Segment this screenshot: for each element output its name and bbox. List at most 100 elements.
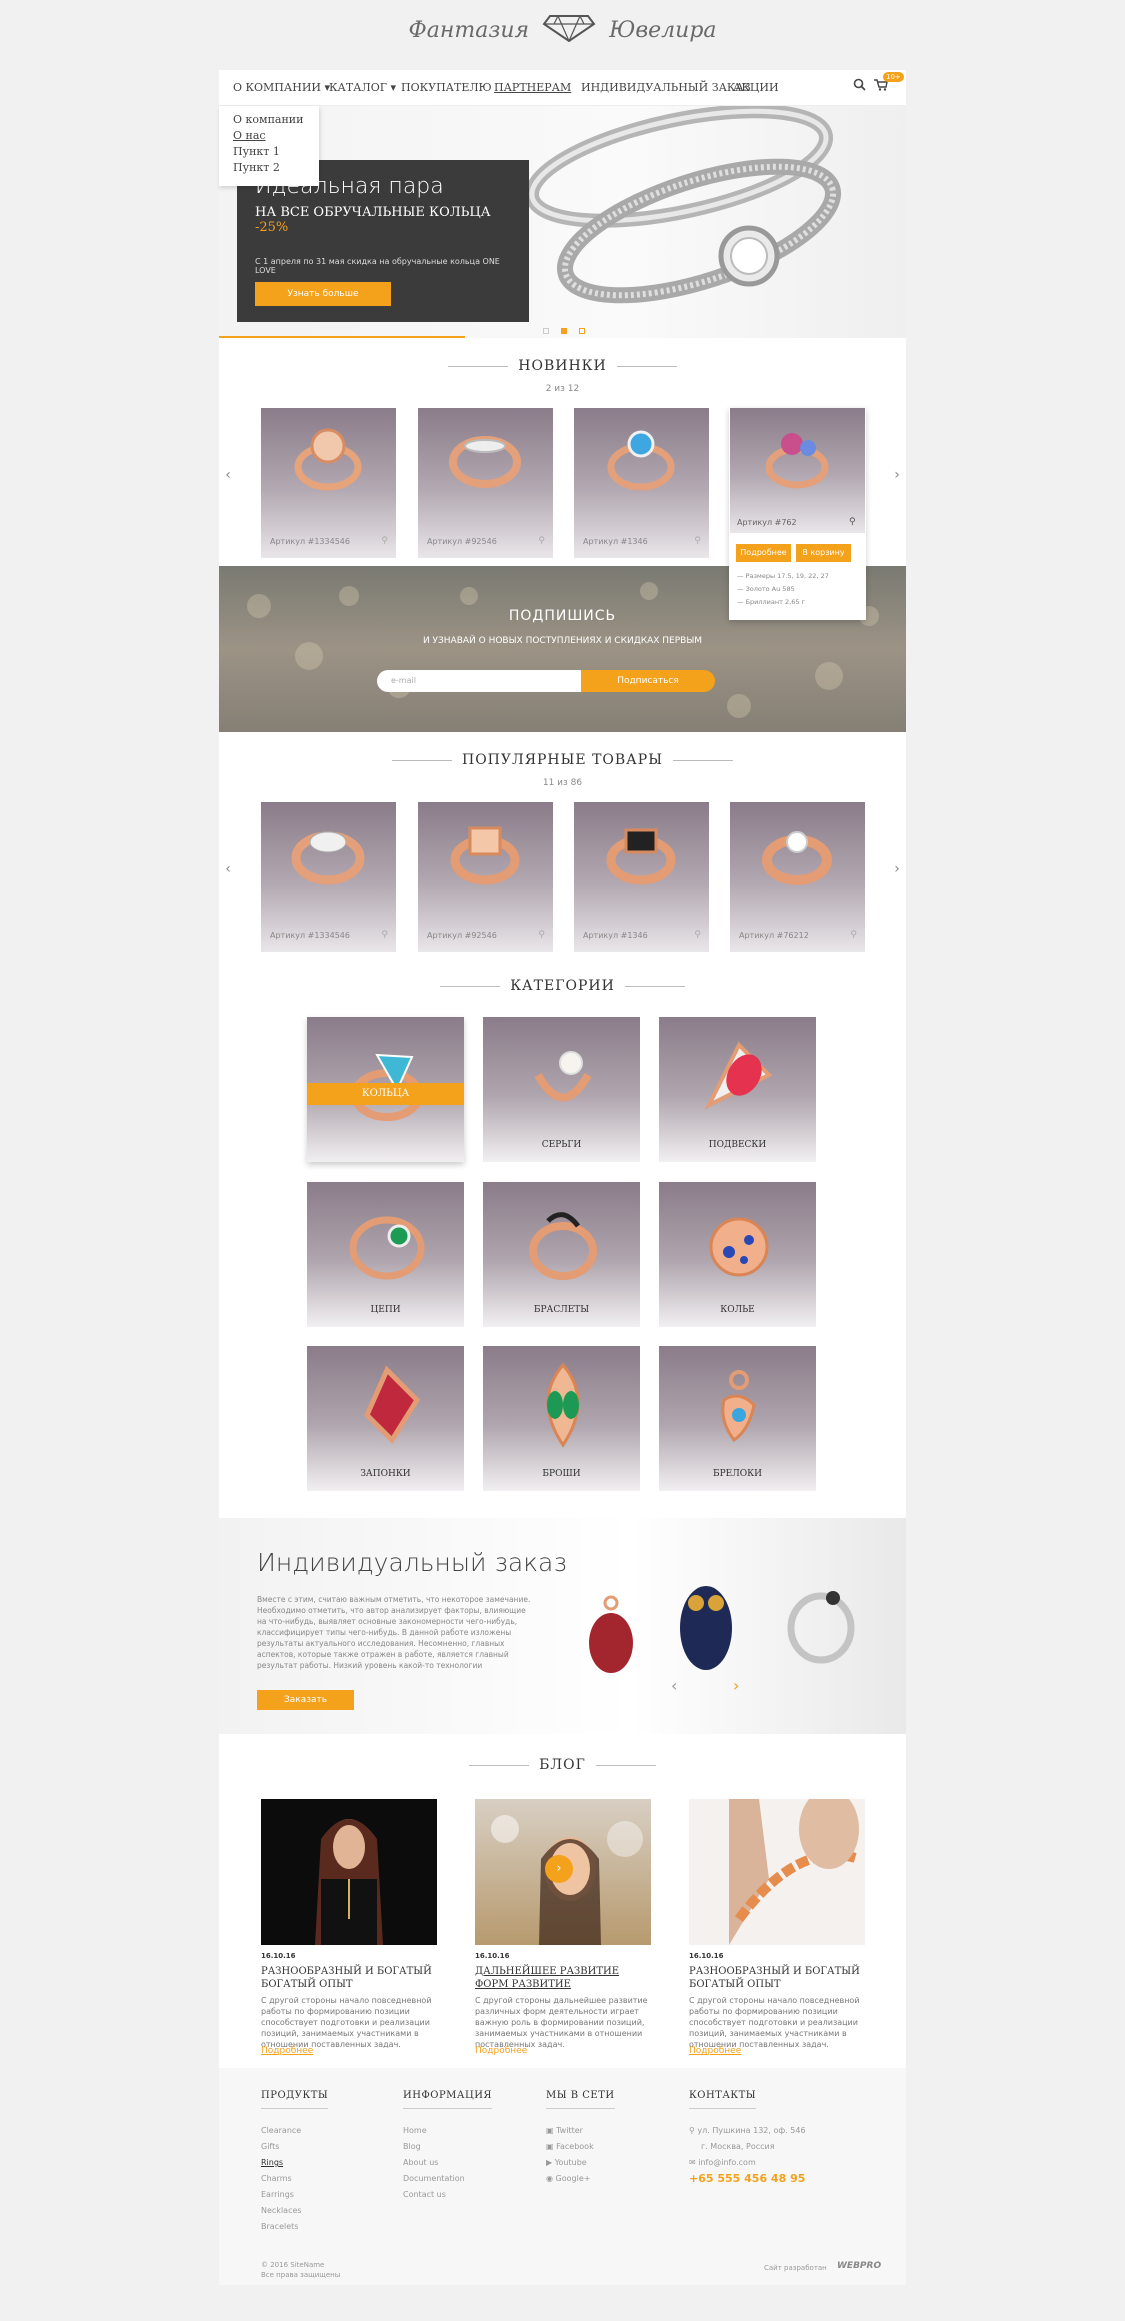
blog-post-title[interactable]: РАЗНООБРАЗНЫЙ И БОГАТЫЙ БОГАТЫЙ ОПЫТ bbox=[689, 1965, 865, 1991]
blog-read-more-link[interactable]: Подробнее bbox=[261, 2046, 313, 2056]
dropdown-item[interactable]: О нас bbox=[233, 128, 305, 144]
footer-link[interactable]: Bracelets bbox=[261, 2219, 328, 2235]
footer-social-link[interactable]: ▣ Facebook bbox=[546, 2139, 615, 2155]
chevron-left-icon[interactable]: ‹ bbox=[219, 854, 237, 884]
footer-social-link[interactable]: ◉ Google+ bbox=[546, 2171, 615, 2187]
zoom-icon[interactable]: ⚲ bbox=[694, 930, 701, 940]
category-label: ЦЕПИ bbox=[370, 1305, 401, 1315]
slider-dot[interactable] bbox=[543, 328, 549, 334]
zoom-icon[interactable]: ⚲ bbox=[538, 536, 545, 546]
order-button[interactable]: Заказать bbox=[257, 1690, 354, 1710]
slider-dot[interactable] bbox=[579, 328, 585, 334]
blog-image[interactable] bbox=[261, 1799, 437, 1945]
category-card-bracelets[interactable]: БРАСЛЕТЫ bbox=[483, 1182, 640, 1327]
categories-title: КАТЕГОРИИ bbox=[219, 978, 906, 994]
blog-post-title[interactable]: РАЗНООБРАЗНЫЙ И БОГАТЫЙ БОГАТЫЙ ОПЫТ bbox=[261, 1965, 437, 1991]
nav-item-partners[interactable]: ПАРТНЕРАМ bbox=[494, 81, 571, 94]
search-icon[interactable] bbox=[853, 78, 866, 94]
footer-link[interactable]: Charms bbox=[261, 2171, 328, 2187]
nav-item-sales[interactable]: АКЦИИ bbox=[733, 81, 779, 94]
footer-link[interactable]: Documentation bbox=[403, 2171, 492, 2187]
product-card[interactable]: Артикул #1334546 ⚲ bbox=[261, 802, 396, 952]
footer-social-link[interactable]: ▣ Twitter bbox=[546, 2123, 615, 2139]
category-card-necklaces[interactable]: КОЛЬЕ bbox=[659, 1182, 816, 1327]
product-card[interactable]: Артикул #1346 ⚲ bbox=[574, 802, 709, 952]
product-card-hover[interactable]: Артикул #762 ⚲ Подробнее В корзину — Раз… bbox=[729, 408, 866, 620]
nav-item-company[interactable]: О КОМПАНИИ ▾ bbox=[233, 81, 330, 94]
footer-email[interactable]: ✉ info@info.com bbox=[689, 2155, 806, 2171]
dropdown-item[interactable]: Пункт 1 bbox=[233, 144, 305, 160]
product-card[interactable]: Артикул #92546 ⚲ bbox=[418, 802, 553, 952]
google-plus-icon: ◉ bbox=[546, 2174, 553, 2183]
subscribe-text: И УЗНАВАЙ О НОВЫХ ПОСТУПЛЕНИЯХ И СКИДКАХ… bbox=[422, 636, 703, 646]
ring-image bbox=[449, 436, 521, 488]
category-card-brooches[interactable]: БРОШИ bbox=[483, 1346, 640, 1491]
footer-link[interactable]: Clearance bbox=[261, 2123, 328, 2139]
chevron-right-icon[interactable]: › bbox=[888, 460, 906, 490]
location-icon: ⚲ bbox=[689, 2126, 695, 2135]
category-card-earrings[interactable]: СЕРЬГИ bbox=[483, 1017, 640, 1162]
blog-post-excerpt: С другой стороны начало повседневной раб… bbox=[261, 1996, 432, 2049]
nav-item-catalog[interactable]: КАТАЛОГ ▾ bbox=[329, 81, 396, 94]
footer-link[interactable]: Gifts bbox=[261, 2139, 328, 2155]
zoom-icon[interactable]: ⚲ bbox=[538, 930, 545, 940]
zoom-icon[interactable]: ⚲ bbox=[849, 517, 856, 527]
blog-read-more-link[interactable]: Подробнее bbox=[689, 2046, 741, 2056]
dropdown-item[interactable]: О компании bbox=[233, 112, 305, 128]
category-label: КОЛЬЕ bbox=[720, 1305, 755, 1315]
hero-learn-more-button[interactable]: Узнать больше bbox=[255, 282, 391, 306]
nav-item-buyer[interactable]: ПОКУПАТЕЛЮ bbox=[401, 81, 492, 94]
footer-link[interactable]: Necklaces bbox=[261, 2203, 328, 2219]
nav-item-custom-order[interactable]: ИНДИВИДУАЛЬНЫЙ ЗАКАЗ bbox=[581, 81, 751, 94]
pendant-image bbox=[709, 1217, 769, 1277]
blog-image[interactable] bbox=[689, 1789, 865, 1945]
footer-social-link[interactable]: ▶ Youtube bbox=[546, 2155, 615, 2171]
chevron-right-icon[interactable]: › bbox=[888, 854, 906, 884]
footer-link[interactable]: About us bbox=[403, 2155, 492, 2171]
email-field[interactable]: e-mail bbox=[377, 670, 581, 692]
twitter-icon: ▣ bbox=[546, 2126, 554, 2135]
slider-dot-active[interactable] bbox=[561, 328, 567, 334]
blog-title: БЛОГ bbox=[219, 1757, 906, 1773]
blog-post-title[interactable]: ДАЛЬНЕЙШЕЕ РАЗВИТИЕ ФОРМ РАЗВИТИЕ bbox=[475, 1965, 651, 1991]
product-specs: — Размеры 17.5, 19, 22, 27 — Золото Au 5… bbox=[737, 572, 829, 606]
product-card[interactable]: Артикул #1346 ⚲ bbox=[574, 408, 709, 558]
blog-read-more-link[interactable]: Подробнее bbox=[475, 2046, 527, 2056]
chevron-left-icon[interactable]: ‹ bbox=[219, 460, 237, 490]
product-card[interactable]: Артикул #76212 ⚲ bbox=[730, 802, 865, 952]
blog-image[interactable]: › bbox=[475, 1799, 651, 1945]
pendant-image bbox=[721, 1370, 756, 1443]
zoom-icon[interactable]: ⚲ bbox=[694, 536, 701, 546]
zoom-icon[interactable]: ⚲ bbox=[381, 536, 388, 546]
category-card-cufflinks[interactable]: ЗАПОНКИ bbox=[307, 1346, 464, 1491]
dropdown-item[interactable]: Пункт 2 bbox=[233, 160, 305, 176]
developer-logo[interactable]: WEBPRO bbox=[837, 2261, 881, 2271]
chevron-right-icon[interactable]: › bbox=[733, 1676, 739, 1695]
zoom-icon[interactable]: ⚲ bbox=[850, 930, 857, 940]
category-card-chains[interactable]: ЦЕПИ bbox=[307, 1182, 464, 1327]
category-card-rings[interactable]: КОЛЬЦА bbox=[307, 1017, 464, 1162]
product-card[interactable]: Артикул #92546 ⚲ bbox=[418, 408, 553, 558]
add-to-cart-button[interactable]: В корзину bbox=[796, 544, 851, 562]
footer-link[interactable]: Contact us bbox=[403, 2187, 492, 2203]
category-label: БРОШИ bbox=[542, 1469, 581, 1479]
woman-portrait-image bbox=[729, 1789, 861, 1945]
footer-link[interactable]: Blog bbox=[403, 2139, 492, 2155]
category-card-keychains[interactable]: БРЕЛОКИ bbox=[659, 1346, 816, 1491]
play-icon[interactable]: › bbox=[545, 1855, 573, 1883]
footer-link[interactable]: Earrings bbox=[261, 2187, 328, 2203]
category-card-pendants[interactable]: ПОДВЕСКИ bbox=[659, 1017, 816, 1162]
chevron-left-icon[interactable]: ‹ bbox=[671, 1676, 677, 1695]
category-label: ПОДВЕСКИ bbox=[708, 1140, 767, 1150]
site-logo[interactable]: Фантазия Ювелира bbox=[0, 14, 1125, 48]
footer-link[interactable]: Home bbox=[403, 2123, 492, 2139]
earring-image bbox=[534, 1051, 592, 1102]
zoom-icon[interactable]: ⚲ bbox=[381, 930, 388, 940]
footer-phone[interactable]: +65 555 456 48 95 bbox=[689, 2171, 806, 2187]
popular-title: ПОПУЛЯРНЫЕ ТОВАРЫ bbox=[219, 752, 906, 768]
footer-link[interactable]: Rings bbox=[261, 2155, 328, 2171]
details-button[interactable]: Подробнее bbox=[736, 544, 791, 562]
product-card[interactable]: Артикул #1334546 ⚲ bbox=[261, 408, 396, 558]
subscribe-button[interactable]: Подписаться bbox=[581, 670, 715, 692]
custom-order-text: Вместе с этим, считаю важным отметить, ч… bbox=[257, 1595, 531, 1670]
